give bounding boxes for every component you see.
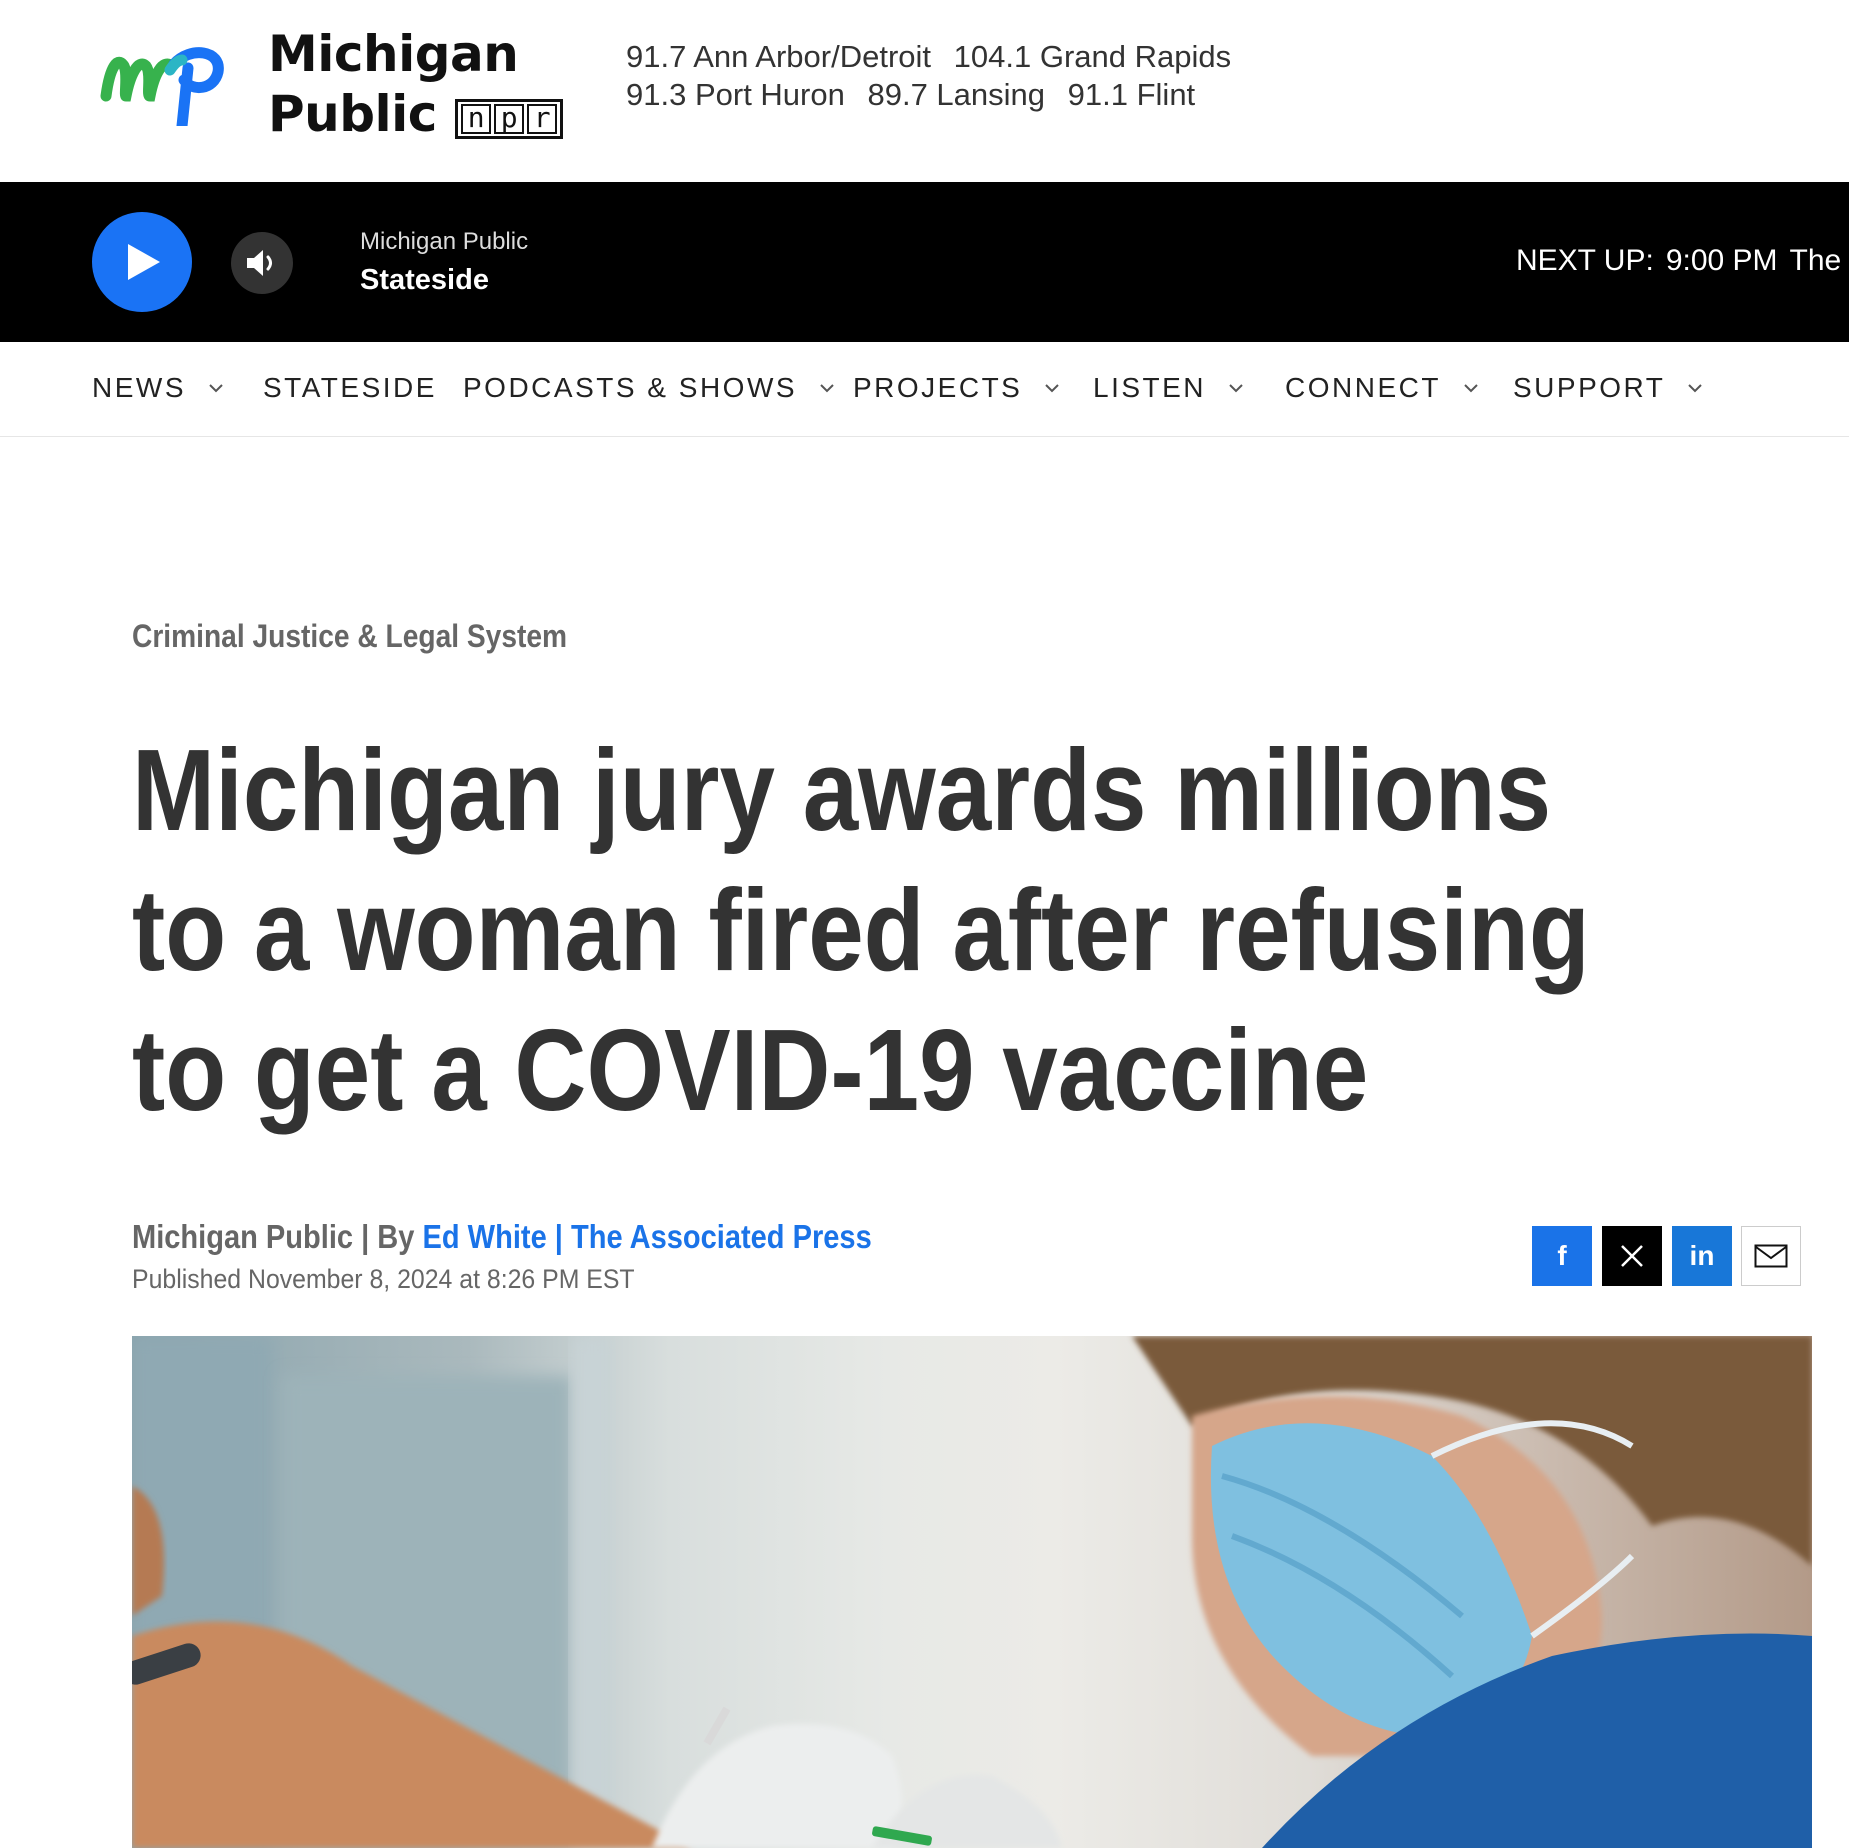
station-frequency: 104.1 Grand Rapids (953, 39, 1232, 74)
station-frequency: 91.3 Port Huron (626, 77, 845, 112)
article-hero-image (132, 1336, 1812, 1848)
nav-item-label: NEWS (92, 372, 186, 403)
nav-item-news[interactable]: NEWS (92, 372, 224, 404)
nav-item-label: STATESIDE (263, 372, 437, 403)
mail-icon (1754, 1244, 1788, 1268)
play-button[interactable] (92, 212, 192, 312)
michigan-public-logo[interactable]: Michigan Public n p r (100, 24, 570, 143)
nav-item-label: PROJECTS (853, 372, 1023, 403)
x-icon (1621, 1245, 1643, 1267)
npr-letter: p (493, 104, 524, 134)
nav-item-label: LISTEN (1093, 372, 1207, 403)
published-date: Published November 8, 2024 at 8:26 PM ES… (132, 1264, 635, 1294)
nav-item-label: SUPPORT (1513, 372, 1666, 403)
linkedin-icon: in (1689, 1240, 1715, 1271)
site-header: Michigan Public n p r 91.7 Ann Arbor/Det… (0, 0, 1849, 182)
nav-item-projects[interactable]: PROJECTS (853, 372, 1060, 404)
station-frequencies: 91.7 Ann Arbor/Detroit 104.1 Grand Rapid… (626, 38, 1245, 114)
stations-row-2: 91.3 Port Huron 89.7 Lansing 91.1 Flint (626, 76, 1245, 114)
station-frequency: 91.1 Flint (1067, 77, 1196, 112)
share-email-button[interactable] (1741, 1226, 1801, 1286)
npr-letter: r (526, 104, 557, 134)
main-navigation: NEWS STATESIDE PODCASTS & SHOWS PROJECTS… (0, 342, 1849, 437)
nav-item-label: PODCASTS & SHOWS (463, 372, 798, 403)
share-x-button[interactable] (1602, 1226, 1662, 1286)
article-byline: Michigan Public | By Ed White | The Asso… (132, 1218, 872, 1256)
vaccination-photo (132, 1336, 1812, 1848)
logo-line-1: Michigan (268, 25, 519, 83)
chevron-down-icon (209, 384, 223, 393)
chevron-down-icon (1045, 384, 1060, 393)
byline-source: Michigan Public | By (132, 1218, 415, 1255)
npr-letter: n (460, 104, 491, 134)
logo-wordmark: Michigan Public n p r (268, 24, 563, 144)
logo-line-2-row: Public n p r (268, 84, 563, 144)
stations-row-1: 91.7 Ann Arbor/Detroit 104.1 Grand Rapid… (626, 38, 1245, 76)
byline-author-link[interactable]: Ed White | The Associated Press (423, 1218, 872, 1255)
share-linkedin-button[interactable]: in (1672, 1226, 1732, 1286)
npr-logo: n p r (454, 99, 563, 139)
chevron-down-icon (1464, 384, 1478, 393)
next-up-label: NEXT UP: (1516, 244, 1654, 277)
nav-item-podcasts-shows[interactable]: PODCASTS & SHOWS (463, 372, 835, 404)
play-icon (128, 244, 160, 280)
nav-item-support[interactable]: SUPPORT (1513, 372, 1703, 404)
nav-item-connect[interactable]: CONNECT (1285, 372, 1479, 404)
chevron-down-icon (820, 384, 834, 393)
next-up-show: The M (1789, 244, 1849, 277)
now-playing-station: Michigan Public (360, 228, 529, 255)
share-facebook-button[interactable]: f (1532, 1226, 1592, 1286)
article-category-link[interactable]: Criminal Justice & Legal System (132, 618, 567, 655)
nav-item-label: CONNECT (1285, 372, 1441, 403)
chevron-down-icon (1229, 384, 1243, 393)
next-up-time: 9:00 PM (1665, 244, 1778, 277)
volume-button[interactable] (231, 232, 293, 294)
speaker-icon (247, 250, 272, 276)
article-headline: Michigan jury awards millions to a woman… (132, 725, 1590, 1135)
station-frequency: 91.7 Ann Arbor/Detroit (626, 39, 932, 74)
next-up[interactable]: NEXT UP: 9:00 PM The M (1516, 244, 1849, 278)
logo-line-2: Public (268, 85, 437, 143)
nav-item-stateside[interactable]: STATESIDE (263, 372, 437, 404)
station-frequency: 89.7 Lansing (867, 77, 1046, 112)
mp-logo-mark (100, 47, 224, 126)
facebook-icon: f (1557, 1240, 1567, 1271)
live-player-bar: Michigan Public Stateside NEXT UP: 9:00 P… (0, 182, 1849, 342)
now-playing-show[interactable]: Stateside (360, 264, 489, 297)
chevron-down-icon (1688, 384, 1703, 393)
nav-item-listen[interactable]: LISTEN (1093, 372, 1244, 404)
